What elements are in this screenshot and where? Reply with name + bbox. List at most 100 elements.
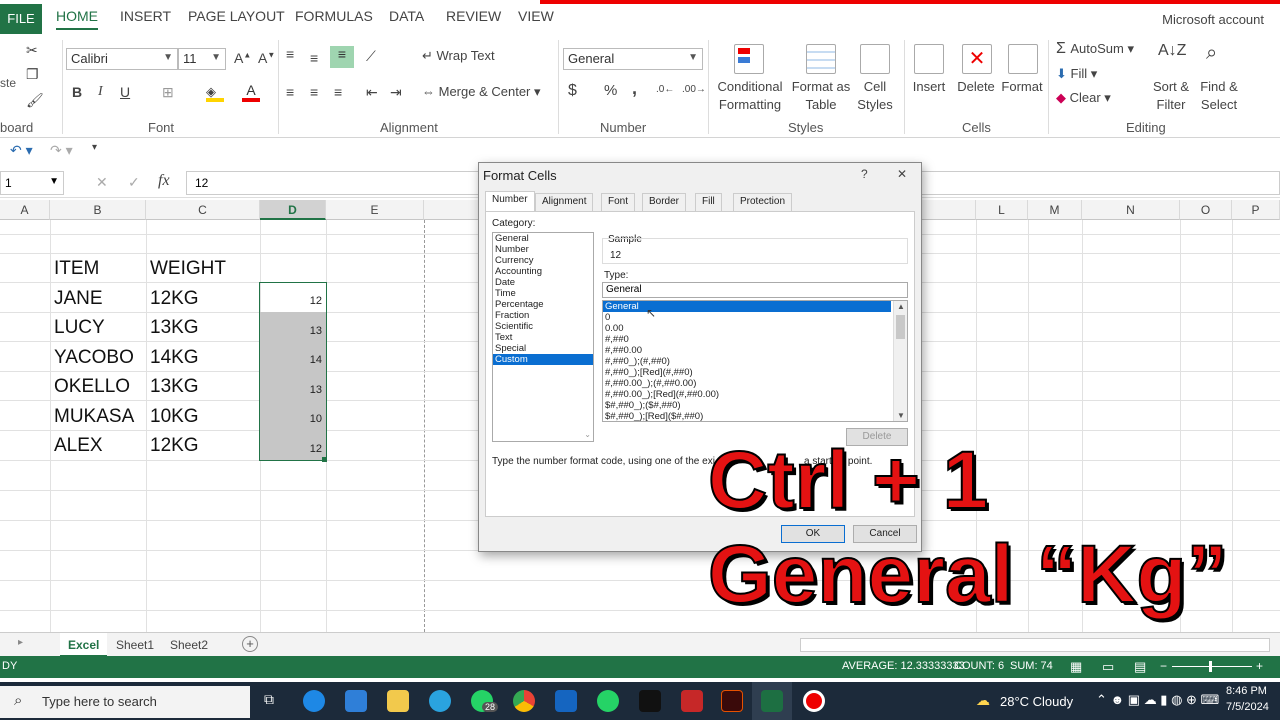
- record-icon[interactable]: [803, 690, 825, 712]
- list-item[interactable]: Special: [493, 343, 593, 354]
- cell-d[interactable]: 12: [262, 295, 322, 307]
- list-item[interactable]: #,##0.00_);[Red](#,##0.00): [603, 389, 907, 400]
- chevron-up-icon[interactable]: ▲: [897, 302, 905, 311]
- binoculars-icon[interactable]: ⌕: [1206, 42, 1217, 65]
- column-header-n[interactable]: N: [1082, 200, 1180, 220]
- currency-button[interactable]: $: [568, 82, 577, 100]
- grow-font-icon[interactable]: A▲: [234, 50, 251, 66]
- increase-indent-icon[interactable]: ⇥: [390, 84, 402, 101]
- italic-button[interactable]: I: [98, 84, 103, 100]
- tab-font[interactable]: Font: [601, 193, 636, 211]
- clock-date[interactable]: 7/5/2024: [1226, 701, 1269, 713]
- align-top-icon[interactable]: ≡: [286, 46, 294, 62]
- tab-home[interactable]: HOME: [56, 8, 98, 30]
- font-size-combo[interactable]: 11 ▼: [178, 48, 226, 70]
- chevron-down-icon[interactable]: ⌄: [584, 430, 591, 439]
- edge-icon[interactable]: [303, 690, 325, 712]
- cell-weight[interactable]: 10KG: [150, 406, 199, 428]
- list-item[interactable]: Text: [493, 332, 593, 343]
- merge-center-button[interactable]: ⇔ Merge & Center ▾: [422, 84, 541, 100]
- align-middle-icon[interactable]: ≡: [310, 50, 318, 66]
- list-item[interactable]: #,##0_);[Red](#,##0): [603, 367, 907, 378]
- list-item[interactable]: #,##0.00: [603, 345, 907, 356]
- tab-review[interactable]: REVIEW: [446, 8, 501, 24]
- list-item[interactable]: Accounting: [493, 266, 593, 277]
- scrollbar-thumb[interactable]: [896, 315, 905, 339]
- font-name-combo[interactable]: Calibri ▼: [66, 48, 178, 70]
- column-header-a[interactable]: A: [0, 200, 50, 220]
- list-item[interactable]: Date: [493, 277, 593, 288]
- increase-decimal-icon[interactable]: .0←: [656, 84, 674, 95]
- zoom-slider[interactable]: [1172, 666, 1252, 667]
- list-item[interactable]: #,##0_);(#,##0): [603, 356, 907, 367]
- normal-view-icon[interactable]: ▦: [1070, 659, 1082, 675]
- list-item[interactable]: #,##0.00_);(#,##0.00): [603, 378, 907, 389]
- redo-icon[interactable]: ↷ ▾: [50, 142, 73, 159]
- list-item[interactable]: 0.00: [603, 323, 907, 334]
- list-item[interactable]: Percentage: [493, 299, 593, 310]
- page-break-view-icon[interactable]: ▤: [1134, 659, 1146, 675]
- store-icon[interactable]: [345, 690, 367, 712]
- horizontal-scrollbar[interactable]: [800, 638, 1270, 652]
- scroll-sheets-icon[interactable]: ▸: [18, 637, 23, 648]
- underline-button[interactable]: U: [120, 84, 130, 100]
- clear-button[interactable]: ◆ Clear ▾: [1056, 90, 1111, 106]
- list-item[interactable]: Scientific: [493, 321, 593, 332]
- category-list[interactable]: General Number Currency Accounting Date …: [492, 232, 594, 442]
- comma-button[interactable]: ,: [632, 78, 637, 99]
- list-item[interactable]: $#,##0_);($#,##0): [603, 400, 907, 411]
- task-view-icon[interactable]: ⧉: [264, 691, 274, 708]
- cell-weight[interactable]: 12KG: [150, 435, 199, 457]
- format-painter-icon[interactable]: 🖌: [26, 92, 44, 109]
- percent-button[interactable]: %: [604, 82, 617, 99]
- list-item[interactable]: $#,##0_);[Red]($#,##0): [603, 411, 907, 421]
- app-icon[interactable]: [681, 690, 703, 712]
- sort-filter-icon[interactable]: A↓Z: [1158, 42, 1186, 60]
- list-item[interactable]: #,##0: [603, 334, 907, 345]
- delete-cells-icon[interactable]: ✕: [962, 44, 992, 74]
- format-as-table-icon[interactable]: [806, 44, 836, 74]
- tab-formulas[interactable]: FORMULAS: [295, 8, 373, 24]
- tab-alignment[interactable]: Alignment: [535, 193, 594, 211]
- cell-styles-icon[interactable]: [860, 44, 890, 74]
- sheet-tab-excel[interactable]: Excel: [60, 633, 108, 657]
- borders-icon[interactable]: ⊞: [162, 84, 174, 101]
- undo-icon[interactable]: ↶ ▾: [10, 142, 33, 159]
- paste-label[interactable]: ste: [0, 76, 16, 90]
- align-right-icon[interactable]: ≡: [334, 84, 342, 100]
- type-input[interactable]: General: [602, 282, 908, 298]
- tab-border[interactable]: Border: [642, 193, 687, 211]
- format-cells-button[interactable]: Format: [998, 78, 1046, 96]
- file-tab[interactable]: FILE: [0, 4, 42, 34]
- align-left-icon[interactable]: ≡: [286, 84, 294, 100]
- column-header-c[interactable]: C: [146, 200, 260, 220]
- tab-protection[interactable]: Protection: [733, 193, 793, 211]
- zoom-in-icon[interactable]: +: [1256, 659, 1263, 673]
- cell-weight[interactable]: 12KG: [150, 288, 199, 310]
- tab-page-layout[interactable]: PAGE LAYOUT: [188, 8, 285, 24]
- header-weight[interactable]: WEIGHT: [150, 258, 226, 280]
- zoom-slider-thumb[interactable]: [1209, 661, 1212, 672]
- cell-styles-button[interactable]: Cell Styles: [852, 78, 898, 114]
- number-format-combo[interactable]: General ▼: [563, 48, 703, 70]
- conditional-formatting-button[interactable]: Conditional Formatting: [712, 78, 788, 114]
- column-header-m[interactable]: M: [1028, 200, 1082, 220]
- shrink-font-icon[interactable]: A▼: [258, 50, 275, 66]
- taskbar-search[interactable]: ⌕ Type here to search: [0, 686, 250, 718]
- decrease-decimal-icon[interactable]: .00→: [682, 84, 706, 95]
- customize-qat-icon[interactable]: ▾: [92, 142, 97, 153]
- conditional-formatting-icon[interactable]: [734, 44, 764, 74]
- format-as-table-button[interactable]: Format as Table: [788, 78, 854, 114]
- cell-d[interactable]: 14: [262, 354, 322, 366]
- copy-icon[interactable]: ❐: [26, 66, 39, 83]
- orientation-icon[interactable]: ⟋: [366, 48, 376, 65]
- cell-d[interactable]: 13: [262, 384, 322, 396]
- fill-button[interactable]: ⬇ Fill ▾: [1056, 66, 1097, 82]
- clock-time[interactable]: 8:46 PM: [1226, 685, 1267, 697]
- cell-d[interactable]: 12: [262, 443, 322, 455]
- list-item[interactable]: General: [493, 233, 593, 244]
- column-header-o[interactable]: O: [1180, 200, 1232, 220]
- list-item[interactable]: Fraction: [493, 310, 593, 321]
- cell-item[interactable]: OKELLO: [54, 376, 130, 398]
- zoom-out-icon[interactable]: −: [1160, 659, 1167, 673]
